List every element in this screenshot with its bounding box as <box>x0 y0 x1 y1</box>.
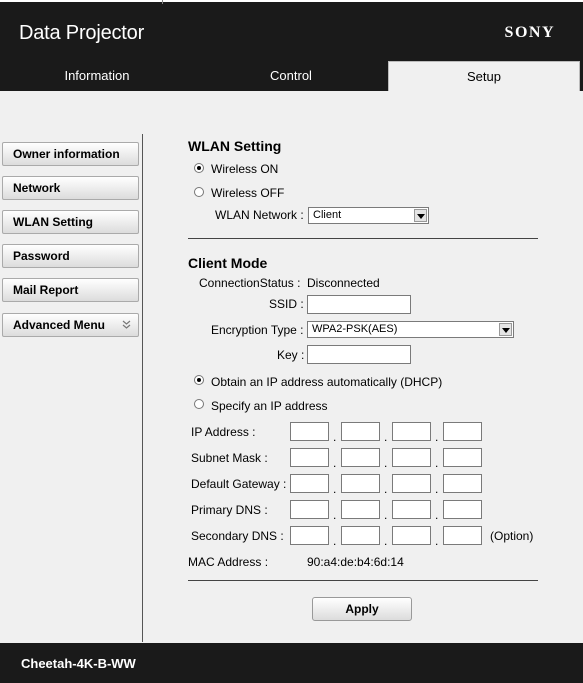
secondary-dns-octet-3[interactable] <box>392 526 431 545</box>
dhcp-radio[interactable] <box>194 375 204 385</box>
footer-bar: Cheetah-4K-B-WW <box>0 643 583 683</box>
mac-address-label: MAC Address : <box>188 555 269 569</box>
double-chevron-down-icon <box>122 314 131 345</box>
sidebar-item-wlan-setting[interactable]: WLAN Setting <box>2 210 139 234</box>
default-gateway-label: Default Gateway : <box>191 477 287 491</box>
octet-separator: . <box>333 508 337 522</box>
ip-address-octet-2[interactable] <box>341 422 380 441</box>
default-gateway-octet-3[interactable] <box>392 474 431 493</box>
primary-dns-octet-3[interactable] <box>392 500 431 519</box>
wlan-network-label: WLAN Network : <box>215 208 304 222</box>
dropdown-arrow-icon <box>414 209 427 222</box>
secondary-dns-octet-1[interactable] <box>290 526 329 545</box>
ssid-input[interactable] <box>307 295 411 314</box>
primary-dns-octet-4[interactable] <box>443 500 482 519</box>
sidebar-item-mail-report[interactable]: Mail Report <box>2 278 139 302</box>
ip-address-octet-3[interactable] <box>392 422 431 441</box>
primary-dns-octet-2[interactable] <box>341 500 380 519</box>
octet-separator: . <box>384 482 388 496</box>
octet-separator: . <box>435 482 439 496</box>
octet-separator: . <box>435 430 439 444</box>
primary-dns-octet-1[interactable] <box>290 500 329 519</box>
tab-information[interactable]: Information <box>0 61 194 91</box>
brand-logo: SONY <box>504 24 555 41</box>
octet-separator: . <box>435 508 439 522</box>
octet-separator: . <box>333 456 337 470</box>
octet-separator: . <box>384 456 388 470</box>
sidebar-item-label: Network <box>13 181 61 195</box>
subnet-mask-octet-4[interactable] <box>443 448 482 467</box>
sidebar-item-label: Owner information <box>13 147 120 161</box>
sidebar-divider <box>142 134 143 642</box>
sidebar-item-label: Password <box>13 249 70 263</box>
key-input[interactable] <box>307 345 411 364</box>
static-ip-label: Specify an IP address <box>211 399 328 413</box>
subnet-mask-label: Subnet Mask : <box>191 451 268 465</box>
wireless-off-radio[interactable] <box>194 187 204 197</box>
sidebar-item-label: Mail Report <box>13 283 79 297</box>
model-name: Cheetah-4K-B-WW <box>21 656 136 671</box>
wireless-on-radio[interactable] <box>194 163 204 173</box>
wlan-network-select[interactable]: Client <box>308 207 429 224</box>
primary-dns-label: Primary DNS : <box>191 503 268 517</box>
octet-separator: . <box>384 430 388 444</box>
tab-setup[interactable]: Setup <box>388 61 580 91</box>
secondary-dns-octet-4[interactable] <box>443 526 482 545</box>
ip-address-octet-4[interactable] <box>443 422 482 441</box>
ip-address-label: IP Address : <box>191 425 256 439</box>
dhcp-label: Obtain an IP address automatically (DHCP… <box>211 375 443 389</box>
wlan-section-title: WLAN Setting <box>188 138 282 154</box>
connection-status-label: ConnectionStatus : <box>199 276 301 290</box>
apply-button[interactable]: Apply <box>312 597 412 621</box>
wireless-on-label: Wireless ON <box>211 162 279 176</box>
default-gateway-octet-2[interactable] <box>341 474 380 493</box>
subnet-mask-octet-2[interactable] <box>341 448 380 467</box>
tab-control[interactable]: Control <box>194 61 388 91</box>
ip-address-octet-1[interactable] <box>290 422 329 441</box>
wlan-network-value: Client <box>313 209 342 221</box>
wireless-off-label: Wireless OFF <box>211 186 285 200</box>
mac-address-value: 90:a4:de:b4:6d:14 <box>307 555 404 569</box>
encryption-type-label: Encryption Type : <box>211 323 304 337</box>
subnet-mask-octet-3[interactable] <box>392 448 431 467</box>
header-bar: Data Projector SONY Information Control … <box>0 0 583 91</box>
secondary-dns-label: Secondary DNS : <box>191 529 284 543</box>
sidebar-item-advanced-menu[interactable]: Advanced Menu <box>2 313 139 337</box>
subnet-mask-octet-1[interactable] <box>290 448 329 467</box>
app-title: Data Projector <box>19 22 145 44</box>
dropdown-arrow-icon <box>499 323 512 336</box>
top-border <box>0 0 583 2</box>
octet-separator: . <box>435 456 439 470</box>
octet-separator: . <box>384 508 388 522</box>
section-divider <box>188 238 538 239</box>
octet-separator: . <box>333 482 337 496</box>
encryption-type-select[interactable]: WPA2-PSK(AES) <box>307 321 514 338</box>
encryption-type-value: WPA2-PSK(AES) <box>312 323 398 335</box>
section-divider <box>188 580 538 581</box>
sidebar-item-network[interactable]: Network <box>2 176 139 200</box>
default-gateway-octet-4[interactable] <box>443 474 482 493</box>
connection-status-value: Disconnected <box>307 276 380 290</box>
sidebar-item-label: WLAN Setting <box>13 215 93 229</box>
octet-separator: . <box>333 430 337 444</box>
default-gateway-octet-1[interactable] <box>290 474 329 493</box>
octet-separator: . <box>333 534 337 548</box>
secondary-dns-octet-2[interactable] <box>341 526 380 545</box>
client-mode-title: Client Mode <box>188 255 268 271</box>
octet-separator: . <box>435 534 439 548</box>
sidebar-item-password[interactable]: Password <box>2 244 139 268</box>
key-label: Key : <box>277 348 305 362</box>
ssid-label: SSID : <box>269 297 304 311</box>
page: Data Projector SONY Information Control … <box>0 0 583 683</box>
static-ip-radio[interactable] <box>194 399 204 409</box>
octet-separator: . <box>384 534 388 548</box>
sidebar-item-label: Advanced Menu <box>13 318 106 332</box>
option-label: (Option) <box>490 529 534 543</box>
sidebar-item-owner-information[interactable]: Owner information <box>2 142 139 166</box>
top-border-tick <box>162 0 163 4</box>
